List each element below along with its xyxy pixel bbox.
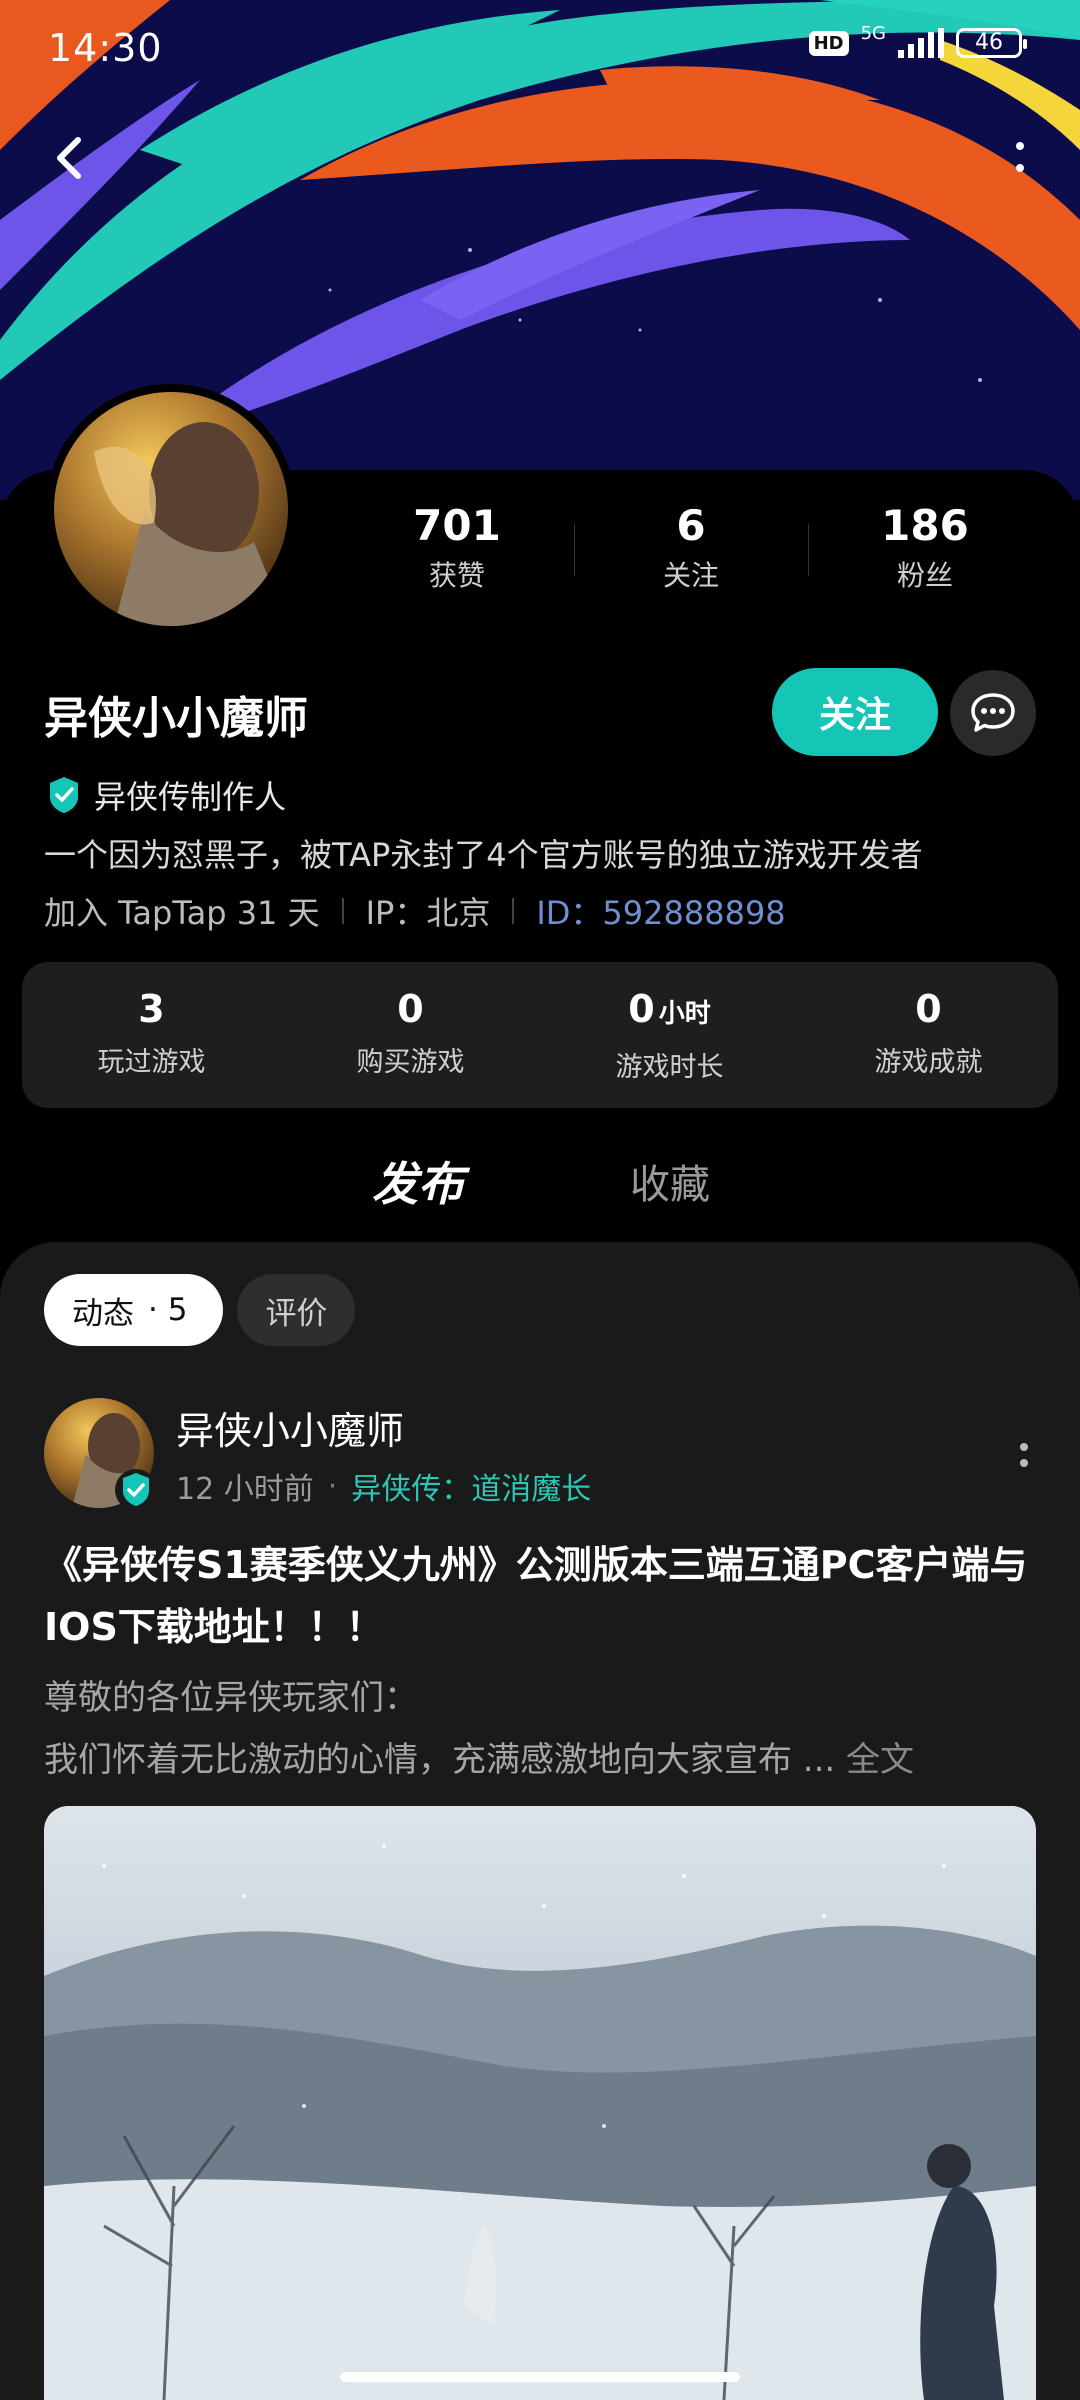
gstat-achievements-label: 游戏成就 (874, 1047, 983, 1078)
post-body-line2: 我们怀着无比激动的心情，充满感激地向大家宣布 ... 全文 (44, 1732, 1044, 1781)
gstat-achievements[interactable]: 0 游戏成就 (799, 962, 1058, 1108)
post-more-button[interactable] (1004, 1430, 1044, 1480)
back-button[interactable] (40, 128, 100, 188)
bio: 一个因为怼黑子，被TAP永封了4个官方账号的独立游戏开发者 (44, 836, 923, 874)
verified-row: 异侠传制作人 (44, 772, 286, 818)
stat-following[interactable]: 6 关注 (574, 500, 808, 596)
post-body-line1: 尊敬的各位异侠玩家们： (44, 1678, 418, 1718)
battery-icon: 46 (956, 28, 1027, 58)
more-options-button[interactable] (990, 128, 1050, 188)
post-game-tag[interactable]: 异侠传：道消魔长 (351, 1464, 591, 1508)
home-indicator[interactable] (340, 2372, 740, 2382)
post-author-name[interactable]: 异侠小小魔师 (176, 1400, 404, 1455)
meta-divider (341, 898, 344, 924)
hd-icon: HD (808, 30, 849, 56)
meta-divider (512, 898, 515, 924)
follow-button[interactable]: 关注 (772, 668, 938, 756)
stat-likes-label: 获赞 (428, 559, 485, 592)
tab-publish[interactable]: 发布 (370, 1148, 466, 1214)
stat-followers-value: 186 (881, 501, 969, 550)
stat-followers[interactable]: 186 粉丝 (808, 500, 1042, 596)
message-button[interactable] (950, 670, 1036, 756)
battery-level: 46 (975, 30, 1003, 55)
post-title[interactable]: 《异侠传S1赛季侠义九州》公测版本三端互通PC客户端与IOS下载地址！！！ (44, 1534, 1044, 1658)
stat-following-value: 6 (676, 501, 706, 550)
tab-collect[interactable]: 收藏 (630, 1152, 710, 1210)
stat-following-label: 关注 (662, 559, 719, 592)
more-vertical-icon (1016, 142, 1024, 172)
post-meta-dot: · (327, 1468, 338, 1504)
post-full-text-link[interactable]: 全文 (846, 1740, 914, 1780)
status-bar: 14:30 HD 5G 46 (0, 0, 1080, 100)
filter-chip-feed-label: 动态 (72, 1295, 134, 1332)
filter-chip-review[interactable]: 评价 (237, 1274, 356, 1346)
more-vertical-icon-dot (1020, 1443, 1028, 1451)
gstat-playtime[interactable]: 0 小时 游戏时长 (540, 962, 799, 1108)
post-image[interactable] (44, 1806, 1036, 2400)
avatar[interactable] (46, 384, 296, 634)
post-time: 12 小时前 (176, 1472, 314, 1507)
game-stats-panel: 3 玩过游戏 0 购买游戏 0 小时 游戏时长 0 游戏成就 (22, 962, 1058, 1108)
gstat-played[interactable]: 3 玩过游戏 (22, 962, 281, 1108)
feed-panel: 动态 · 5 评价 异侠小小魔师 12 小时前 · 异侠传：道消魔长 《异侠传S… (0, 1242, 1080, 2400)
gstat-purchased-value: 0 (397, 987, 424, 1031)
verified-title: 异侠传制作人 (94, 778, 287, 816)
gstat-playtime-unit: 小时 (658, 999, 711, 1029)
chat-bubble-icon (971, 693, 1015, 732)
post-body-text: 我们怀着无比激动的心情，充满感激地向大家宣布 ... (44, 1740, 836, 1780)
profile-meta: 加入 TapTap 31 天 IP：北京 ID：592888898 (44, 888, 786, 934)
gstat-played-value: 3 (138, 987, 165, 1031)
profile-stats: 701 获赞 6 关注 186 粉丝 (340, 500, 1042, 596)
signal-icon (898, 28, 944, 58)
joined-days: 加入 TapTap 31 天 (44, 894, 320, 932)
ip-location: IP：北京 (365, 894, 491, 932)
gstat-achievements-value: 0 (915, 987, 942, 1031)
post-meta: 12 小时前 · 异侠传：道消魔长 (176, 1464, 591, 1508)
verified-check-icon (115, 1469, 157, 1511)
status-time: 14:30 (48, 26, 163, 70)
gstat-playtime-label: 游戏时长 (615, 1052, 724, 1083)
network-type-label: 5G (860, 22, 886, 44)
filter-chip-feed[interactable]: 动态 · 5 (44, 1274, 224, 1346)
back-arrow-icon (57, 137, 81, 179)
more-vertical-icon-dot (1020, 1459, 1028, 1467)
tab-publish-label: 发布 (372, 1157, 464, 1211)
user-id[interactable]: ID：592888898 (536, 888, 785, 934)
stat-followers-label: 粉丝 (896, 559, 953, 592)
gstat-purchased[interactable]: 0 购买游戏 (281, 962, 540, 1108)
username: 异侠小小魔师 (44, 693, 308, 744)
stat-likes[interactable]: 701 获赞 (340, 500, 574, 596)
gstat-playtime-value: 0 (628, 987, 655, 1031)
stat-likes-value: 701 (413, 501, 501, 550)
filter-chip-feed-count: · 5 (148, 1292, 188, 1328)
gstat-played-label: 玩过游戏 (97, 1047, 206, 1078)
status-icons: HD 5G 46 (808, 23, 1027, 58)
filter-row: 动态 · 5 评价 (44, 1274, 356, 1346)
verified-check-icon (50, 777, 78, 813)
gstat-purchased-label: 购买游戏 (356, 1047, 465, 1078)
